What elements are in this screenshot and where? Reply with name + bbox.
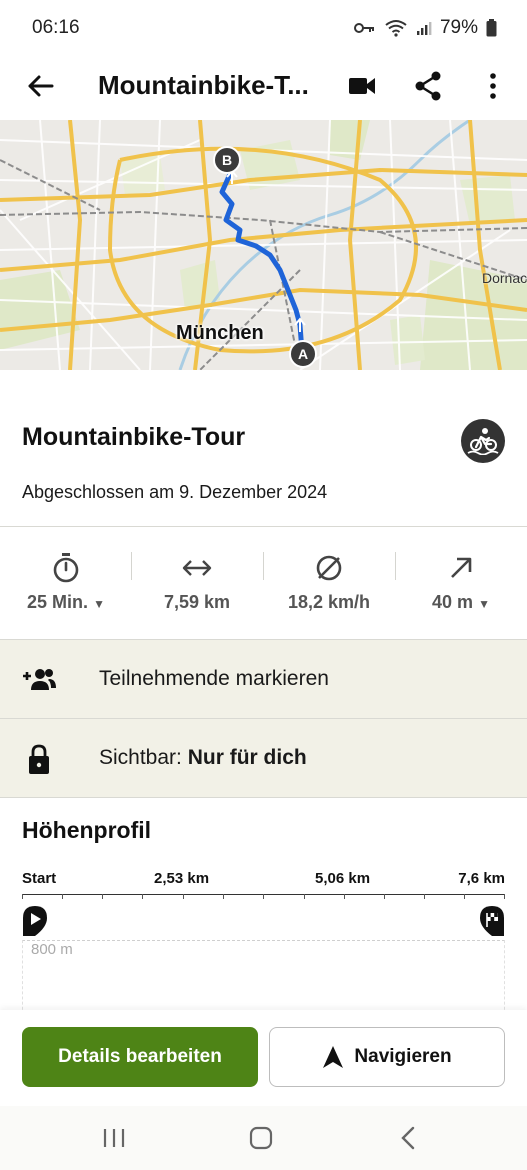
page-title: Mountainbike-T... (98, 70, 309, 100)
distance-stat: 7,59 km (131, 540, 263, 630)
axis-tick (304, 894, 305, 899)
route-map[interactable]: München Dornac B A (0, 120, 527, 370)
lock-icon (29, 744, 49, 774)
mountain-bike-icon (467, 428, 499, 455)
status-time: 06:16 (32, 17, 80, 38)
map-place-label: Dornac (482, 270, 527, 286)
speed-stat: 18,2 km/h (263, 540, 395, 630)
average-icon (316, 555, 342, 581)
add-people-icon (23, 669, 56, 690)
home-button[interactable] (245, 1122, 277, 1154)
ascent-arrow-icon (451, 557, 472, 578)
axis-tick (504, 894, 505, 899)
recent-apps-icon (103, 1129, 125, 1147)
more-vert-icon (490, 73, 496, 99)
avg-speed-value: 18,2 km/h (287, 592, 371, 612)
recent-apps-button[interactable] (98, 1122, 130, 1154)
status-bar: 06:16 79% (0, 0, 527, 56)
y-axis-label: 800 m (31, 941, 73, 958)
tour-stats: 25 Min. ▼ 7,59 km 18,2 km/h 40 m ▼ (0, 540, 527, 640)
axis-label: 5,06 km (315, 870, 371, 887)
navigate-label: Navigieren (354, 1046, 452, 1067)
elevation-stat[interactable]: 40 m ▼ (395, 540, 527, 630)
home-icon (249, 1126, 273, 1150)
axis-tick (223, 894, 224, 899)
system-navigation-bar (0, 1106, 527, 1170)
visibility-label: Sichtbar: Nur für dich (99, 746, 307, 770)
axis-label: 7,6 km (458, 870, 505, 887)
axis-tick (344, 894, 345, 899)
elevation-dropdown-icon[interactable]: ▼ (478, 597, 490, 611)
video-button[interactable] (342, 66, 382, 106)
distance-arrows-icon (182, 560, 212, 576)
axis-tick (102, 894, 103, 899)
bottom-actions: Details bearbeiten Navigieren (0, 1010, 527, 1106)
stopwatch-icon (53, 553, 79, 583)
status-icons: 79% (353, 17, 497, 39)
elevation-chart-area (22, 940, 505, 1020)
battery-percent: 79% (439, 17, 478, 38)
video-camera-icon (349, 78, 375, 94)
completed-date: Abgeschlossen am 9. Dezember 2024 (22, 482, 328, 502)
elevation-value: 40 m (432, 592, 474, 612)
back-arrow-icon (28, 75, 54, 97)
sport-type-button[interactable] (461, 419, 505, 463)
start-flag-icon (23, 906, 47, 936)
back-button[interactable] (22, 68, 58, 104)
app-bar: Mountainbike-T... (0, 56, 527, 120)
share-icon (415, 71, 441, 101)
mark-participants-label: Teilnehmende markieren (99, 667, 329, 690)
battery-icon (486, 19, 497, 37)
share-button[interactable] (408, 66, 448, 106)
finish-flag-icon (480, 906, 504, 936)
tour-title: Mountainbike-Tour (22, 423, 246, 451)
axis-tick (424, 894, 425, 899)
chevron-left-icon (401, 1126, 415, 1150)
axis-tick (142, 894, 143, 899)
elevation-axis: Start 2,53 km 5,06 km 7,6 km (22, 870, 505, 900)
divider (0, 526, 527, 527)
elevation-row: 40 m ▼ (395, 592, 527, 613)
visibility-value: Nur für dich (187, 746, 307, 769)
wifi-icon (385, 20, 407, 37)
duration-value: 25 Min. (27, 592, 89, 612)
axis-tick (464, 894, 465, 899)
axis-tick (62, 894, 63, 899)
edit-details-button[interactable]: Details bearbeiten (22, 1027, 258, 1087)
axis-tick (263, 894, 264, 899)
axis-label: Start (22, 870, 57, 887)
map-city-label: München (176, 322, 264, 344)
vpn-key-icon (353, 23, 374, 33)
axis-label: 2,53 km (154, 870, 210, 887)
route-end-marker[interactable]: B (213, 146, 241, 174)
distance-value: 7,59 km (163, 592, 231, 612)
route-start-marker[interactable]: A (289, 340, 317, 368)
visibility-prefix: Sichtbar: (99, 746, 182, 769)
duration-row: 25 Min. ▼ (0, 592, 132, 613)
more-options-button[interactable] (473, 66, 513, 106)
axis-tick (22, 894, 23, 899)
system-back-button[interactable] (392, 1122, 424, 1154)
duration-stat[interactable]: 25 Min. ▼ (0, 540, 132, 630)
mark-participants-row[interactable]: Teilnehmende markieren (0, 640, 527, 718)
axis-tick (183, 894, 184, 899)
axis-tick (384, 894, 385, 899)
duration-dropdown-icon[interactable]: ▼ (93, 597, 105, 611)
signal-icon (416, 22, 432, 35)
navigation-arrow-icon (323, 1046, 344, 1068)
visibility-row[interactable]: Sichtbar: Nur für dich (0, 719, 527, 797)
elevation-profile-title: Höhenprofil (22, 817, 152, 843)
divider (0, 797, 527, 798)
navigate-button[interactable]: Navigieren (269, 1027, 505, 1087)
